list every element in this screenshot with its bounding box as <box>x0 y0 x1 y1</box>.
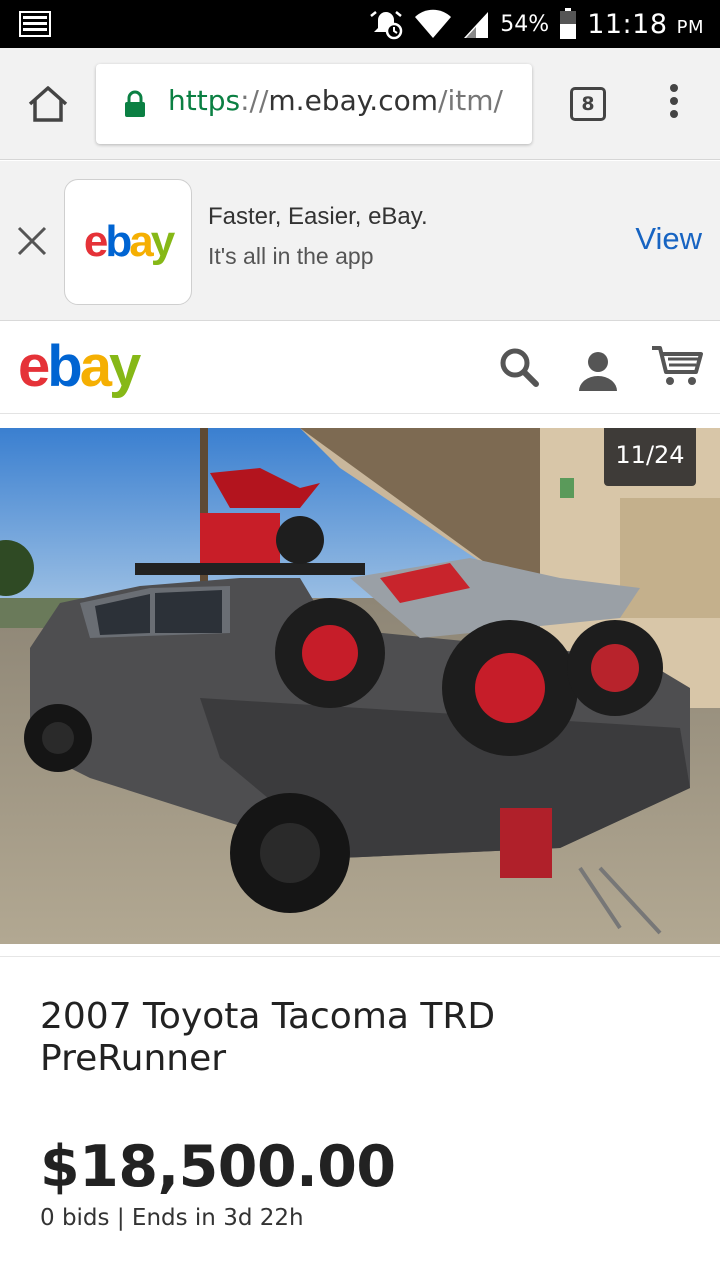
logo-letter-e: e <box>18 334 50 399</box>
url-text[interactable]: https://m.ebay.com/itm/ <box>168 84 503 117</box>
alarm-icon <box>370 11 403 40</box>
clock: 11:18 PM <box>587 9 704 40</box>
bid-count: 0 bids <box>40 1205 110 1231</box>
view-app-button[interactable]: View <box>635 221 702 257</box>
wifi-icon <box>415 9 452 39</box>
site-header: ebay <box>0 322 720 414</box>
banner-title: Faster, Easier, eBay. <box>208 203 428 230</box>
battery-icon <box>560 8 577 39</box>
item-photo[interactable]: 11/24 <box>0 428 720 944</box>
url-scheme: https <box>168 84 241 117</box>
status-bar: 54% 11:18 PM <box>0 0 720 48</box>
clock-ampm: PM <box>676 16 704 38</box>
lock-icon <box>125 90 145 117</box>
logo-letter-y: y <box>150 217 176 266</box>
overflow-menu-icon[interactable] <box>664 84 684 124</box>
truck-photo-image <box>0 428 720 944</box>
section-divider <box>0 956 720 957</box>
logo-letter-y: y <box>108 334 141 399</box>
listing-title: 2007 Toyota Tacoma TRD PreRunner <box>40 996 496 1079</box>
listing-meta: 0 bids | Ends in 3d 22h <box>40 1205 304 1231</box>
signal-icon <box>464 12 489 38</box>
image-counter: 11/24 <box>604 428 696 486</box>
url-separator: :// <box>240 84 269 117</box>
ebay-logo[interactable]: ebay <box>18 338 141 396</box>
time-remaining: Ends in 3d 22h <box>131 1205 304 1231</box>
logo-letter-a: a <box>79 334 112 399</box>
user-account-icon[interactable] <box>576 348 620 392</box>
logo-letter-e: e <box>83 217 109 266</box>
battery-percent: 54% <box>500 11 550 37</box>
ebay-app-logo[interactable]: ebay <box>64 179 192 305</box>
tab-switcher-button[interactable]: 8 <box>570 87 606 121</box>
listing-price: $18,500.00 <box>40 1134 396 1200</box>
url-host: m.ebay.com <box>268 84 439 117</box>
logo-letter-b: b <box>105 217 132 266</box>
url-path: /itm/ <box>438 84 503 117</box>
logo-letter-b: b <box>47 334 82 399</box>
notification-icon <box>19 11 51 37</box>
home-icon[interactable] <box>26 84 70 124</box>
search-icon[interactable] <box>498 346 540 388</box>
browser-toolbar: https://m.ebay.com/itm/ 8 <box>0 48 720 160</box>
banner-subtitle: It's all in the app <box>208 243 374 269</box>
clock-time: 11:18 <box>587 8 668 40</box>
app-banner: ebay Faster, Easier, eBay. It's all in t… <box>0 161 720 321</box>
logo-letter-a: a <box>129 217 154 266</box>
meta-separator: | <box>109 1205 132 1231</box>
url-bar[interactable]: https://m.ebay.com/itm/ <box>96 64 532 144</box>
cart-icon[interactable] <box>650 344 704 388</box>
close-icon[interactable] <box>16 225 48 257</box>
